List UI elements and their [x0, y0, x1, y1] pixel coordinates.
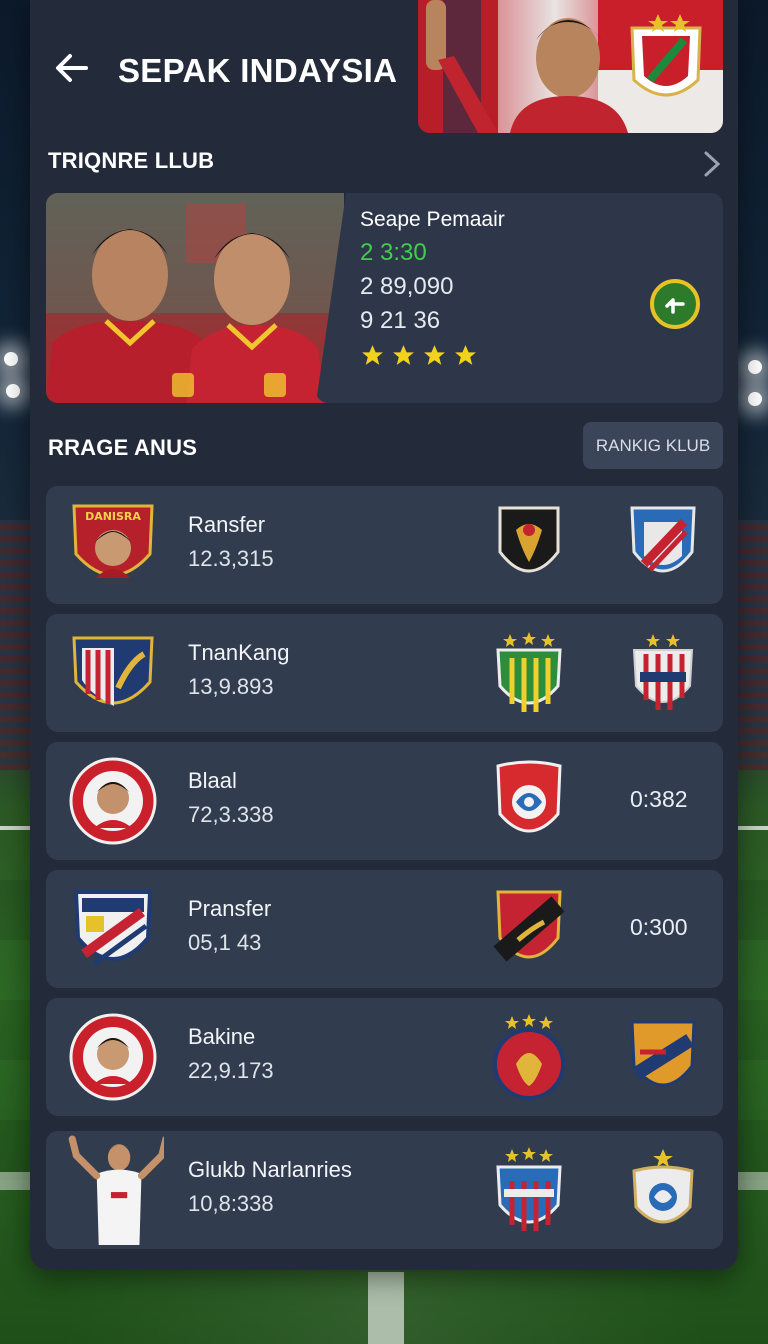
- floodlight: [748, 392, 762, 406]
- club-name: TnanKang: [188, 640, 290, 665]
- club-row[interactable]: Blaal 72,3.338 0:382: [46, 742, 723, 860]
- chevron-right-icon[interactable]: [700, 150, 724, 178]
- opponent-badge-icon: [630, 506, 696, 573]
- check-icon: [665, 298, 685, 314]
- opponent-badge-icon: [493, 1014, 565, 1100]
- player-figure-icon: [68, 1135, 164, 1245]
- club-value: 12.3,315: [188, 546, 274, 571]
- opponent-badge-icon: [632, 1149, 694, 1224]
- ranking-club-button[interactable]: RANKIG KLUB: [583, 422, 723, 469]
- ranking-section-title: RRAGE ANUS: [48, 435, 198, 460]
- star-icon: [424, 345, 445, 365]
- floodlight: [748, 360, 762, 374]
- featured-players-photo: [46, 193, 344, 403]
- club-name: Ransfer: [188, 512, 266, 537]
- club-row[interactable]: TnanKang 13,9.893: [46, 614, 723, 732]
- featured-card-title: Seape Pemaair: [360, 208, 505, 231]
- featured-stat-rank: 9 21 36: [360, 307, 441, 334]
- opponent-badge-icon: [496, 1147, 562, 1231]
- featured-stat-time: 2 3:30: [360, 239, 427, 266]
- opponent-badge-icon: [493, 890, 565, 962]
- opponent-badge-icon: [632, 634, 694, 710]
- hero-player-illustration: [418, 0, 723, 133]
- pitch-line: [738, 826, 768, 830]
- hero-image: [418, 0, 723, 133]
- star-icon: [455, 345, 476, 365]
- club-crest-icon: [73, 890, 153, 967]
- floodlight: [4, 352, 18, 366]
- club-row[interactable]: DANISRA Ransfer 12.3,315: [46, 486, 723, 604]
- pitch-line: [0, 826, 30, 830]
- club-row[interactable]: Bakine 22,9.173: [46, 998, 723, 1116]
- club-value: 13,9.893: [188, 674, 274, 699]
- star-icon: [362, 345, 383, 365]
- floodlight: [6, 384, 20, 398]
- page-title: SEPAK INDAYSIA: [118, 52, 398, 89]
- featured-section-title: TRIQNRE LLUB: [48, 148, 215, 173]
- club-value: 72,3.338: [188, 802, 274, 827]
- club-name: Bakine: [188, 1024, 256, 1049]
- club-crest-icon: [69, 757, 157, 845]
- crest-lettering: DANISRA: [85, 510, 141, 523]
- club-name: Pransfer: [188, 896, 272, 921]
- club-crest-icon: [72, 636, 154, 706]
- featured-card[interactable]: Seape Pemaair 2 3:30 2 89,090 9 21 36: [46, 193, 723, 403]
- star-icon: [393, 345, 414, 365]
- club-name: Blaal: [188, 768, 237, 793]
- opponent-badge-icon: [496, 632, 562, 712]
- club-row[interactable]: Pransfer 05,1 43 0:300: [46, 870, 723, 988]
- featured-stat-count: 2 89,090: [360, 273, 454, 300]
- pitch-line: [368, 1272, 404, 1344]
- back-arrow-icon[interactable]: [52, 48, 92, 88]
- main-panel: SEPAK INDAYSIA TRIQNRE LLUB Seape Pemaai…: [30, 0, 738, 1270]
- club-value: 10,8:338: [188, 1191, 274, 1216]
- rating-stars: [360, 343, 478, 368]
- match-score: 0:300: [630, 914, 688, 940]
- players-illustration: [46, 193, 344, 403]
- opponent-badge-icon: [496, 760, 562, 833]
- app-header: SEPAK INDAYSIA: [30, 0, 738, 140]
- club-value: 22,9.173: [188, 1058, 274, 1083]
- club-name: Glukb Narlanries: [188, 1157, 352, 1182]
- featured-action-button[interactable]: [650, 279, 700, 329]
- match-score: 0:382: [630, 786, 688, 812]
- club-crest-icon: [69, 1013, 157, 1101]
- club-value: 05,1 43: [188, 930, 262, 955]
- club-row[interactable]: Glukb Narlanries 10,8:338: [46, 1131, 723, 1249]
- opponent-badge-icon: [498, 506, 560, 573]
- club-crest-icon: DANISRA: [72, 504, 154, 578]
- opponent-badge-icon: [630, 1020, 696, 1087]
